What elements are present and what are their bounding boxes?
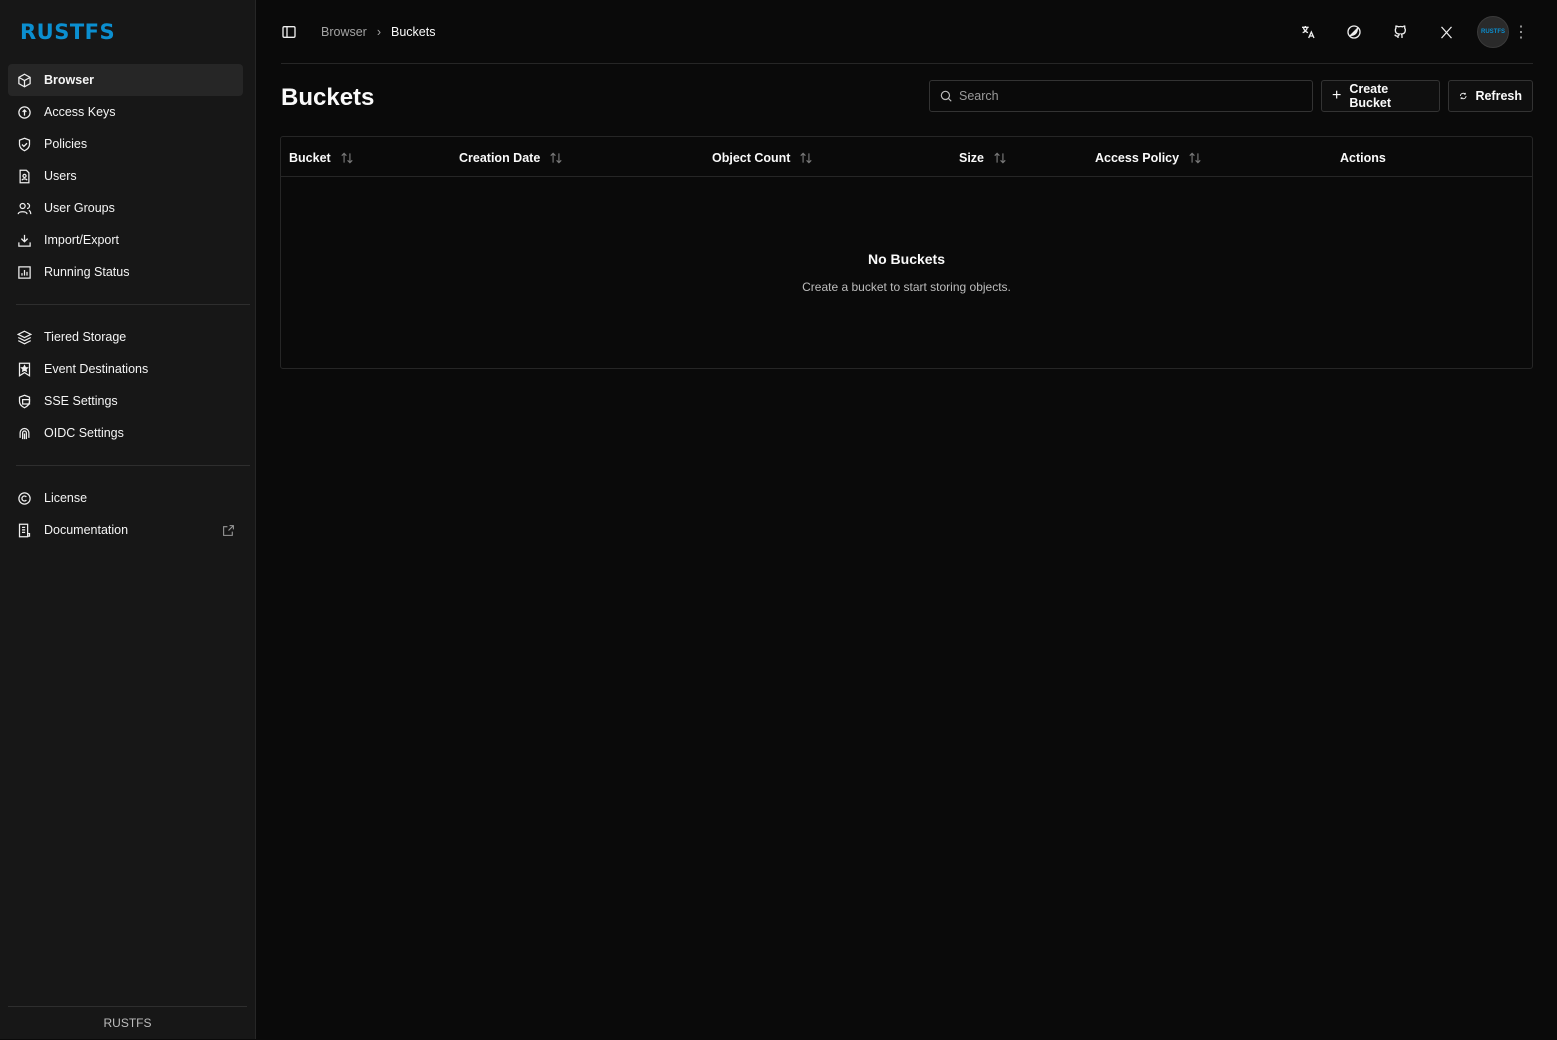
sort-icon	[341, 152, 353, 164]
main-nav: Browser Access Keys Policies Users User …	[8, 64, 243, 288]
theme-toggle-icon[interactable]	[1331, 16, 1377, 48]
more-vertical-icon[interactable]: ⋮	[1509, 16, 1533, 48]
sidebar-item-running-status[interactable]: Running Status	[8, 256, 243, 288]
settings-nav: Tiered Storage Event Destinations SSE Se…	[8, 321, 243, 449]
sidebar-item-oidc-settings[interactable]: OIDC Settings	[8, 417, 243, 449]
shield-check-icon	[18, 137, 31, 151]
plus-icon: +	[1332, 87, 1342, 104]
key-circle-icon	[18, 105, 31, 119]
sidebar-toggle-icon[interactable]	[281, 24, 297, 40]
search-icon	[940, 90, 952, 102]
shield-card-icon	[18, 394, 31, 408]
x-twitter-icon[interactable]	[1423, 16, 1469, 48]
sort-icon	[1189, 152, 1201, 164]
column-creation-date[interactable]: Creation Date	[459, 151, 563, 165]
layers-icon	[17, 330, 32, 344]
info-nav: License Documentation	[8, 482, 243, 546]
refresh-icon	[1459, 92, 1467, 100]
empty-state-title: No Buckets	[867, 251, 946, 267]
column-actions: Actions	[1340, 151, 1386, 165]
logo[interactable]: RUSTFS	[20, 20, 115, 44]
document-icon	[18, 523, 31, 537]
breadcrumb-buckets: Buckets	[391, 25, 436, 39]
refresh-button[interactable]: Refresh	[1448, 80, 1533, 112]
buckets-table: Bucket Creation Date Object Count Size A…	[280, 136, 1533, 369]
column-object-count[interactable]: Object Count	[712, 151, 813, 165]
search-field[interactable]	[929, 80, 1313, 112]
create-bucket-button[interactable]: + Create Bucket	[1321, 80, 1440, 112]
sort-icon	[800, 152, 813, 164]
bookmark-star-icon	[18, 362, 31, 377]
github-icon[interactable]	[1377, 16, 1423, 48]
column-access-policy[interactable]: Access Policy	[1095, 151, 1202, 165]
fingerprint-icon	[19, 427, 30, 439]
header-tools: RUSTFS ⋮	[1285, 16, 1533, 48]
sidebar-item-sse-settings[interactable]: SSE Settings	[8, 385, 243, 417]
language-icon[interactable]	[1285, 16, 1331, 48]
sidebar-item-users[interactable]: Users	[8, 160, 243, 192]
sidebar-footer: RUSTFS	[8, 1006, 247, 1039]
empty-state-subtitle: Create a bucket to start storing objects…	[802, 280, 1011, 294]
breadcrumb-browser[interactable]: Browser	[321, 25, 367, 39]
chart-icon	[18, 265, 31, 279]
copyright-icon	[18, 491, 31, 505]
sidebar-item-event-destinations[interactable]: Event Destinations	[8, 353, 243, 385]
divider	[16, 465, 250, 466]
external-link-icon	[223, 524, 234, 536]
page-title: Buckets	[281, 84, 375, 111]
sidebar-item-policies[interactable]: Policies	[8, 128, 243, 160]
avatar[interactable]: RUSTFS	[1477, 16, 1509, 48]
users-icon	[17, 202, 32, 214]
table-header: Bucket Creation Date Object Count Size A…	[281, 137, 1532, 177]
sidebar-item-documentation[interactable]: Documentation	[8, 514, 243, 546]
sort-icon	[994, 152, 1006, 164]
search-input[interactable]	[959, 89, 1299, 103]
breadcrumb: Browser › Buckets	[281, 24, 435, 40]
sidebar-item-tiered-storage[interactable]: Tiered Storage	[8, 321, 243, 353]
user-file-icon	[19, 169, 30, 183]
column-size[interactable]: Size	[959, 151, 1007, 165]
download-icon	[18, 234, 31, 247]
topbar: Browser › Buckets RUSTFS ⋮	[281, 0, 1533, 64]
column-bucket[interactable]: Bucket	[289, 151, 354, 165]
sidebar-item-browser[interactable]: Browser	[8, 64, 243, 96]
sidebar-item-import-export[interactable]: Import/Export	[8, 224, 243, 256]
divider	[16, 304, 250, 305]
chevron-right-icon: ›	[376, 25, 382, 39]
sidebar-item-access-keys[interactable]: Access Keys	[8, 96, 243, 128]
sort-icon	[550, 152, 562, 164]
sidebar: RUSTFS Browser Access Keys Policies User…	[0, 0, 256, 1039]
sidebar-item-user-groups[interactable]: User Groups	[8, 192, 243, 224]
sidebar-item-license[interactable]: License	[8, 482, 243, 514]
cube-icon	[18, 73, 31, 87]
